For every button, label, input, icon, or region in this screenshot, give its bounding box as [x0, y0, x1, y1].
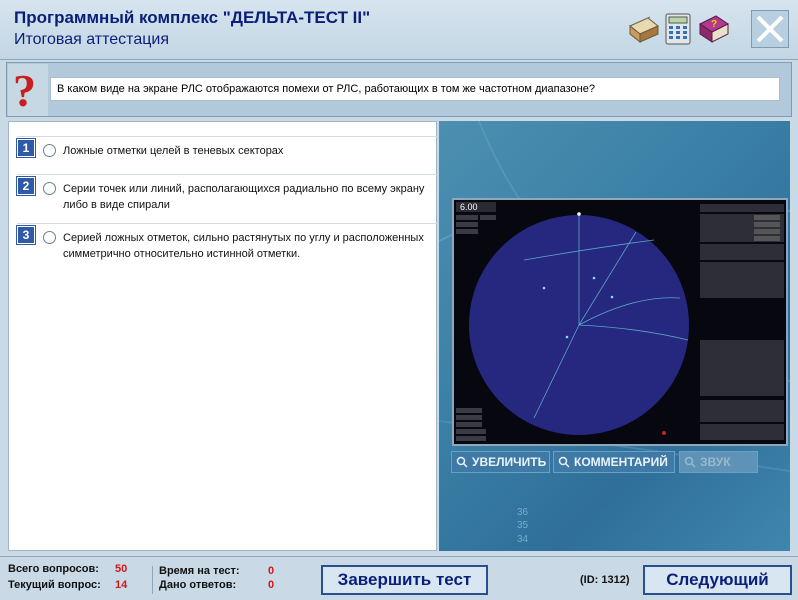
- close-button[interactable]: [751, 10, 789, 48]
- magnifier-icon: [684, 456, 696, 468]
- question-mark-icon: ?: [8, 64, 48, 116]
- radar-screen-image: 6.00: [452, 198, 788, 446]
- next-button[interactable]: Следующий: [643, 565, 792, 595]
- zoom-button[interactable]: УВЕЛИЧИТЬ: [451, 451, 550, 473]
- comment-label: КОММЕНТАРИЙ: [574, 455, 668, 469]
- svg-text:?: ?: [711, 19, 717, 30]
- answer-text: Серии точек или линий, располагающихся р…: [63, 183, 425, 211]
- question-id: (ID: 1312): [580, 574, 630, 586]
- close-icon: [756, 15, 784, 43]
- zoom-label: УВЕЛИЧИТЬ: [472, 455, 547, 469]
- answer-radio[interactable]: [43, 231, 56, 244]
- bg-number: 34: [517, 534, 529, 545]
- magnifier-icon: [456, 456, 468, 468]
- sound-button: ЗВУК: [679, 451, 758, 473]
- bg-number: 36: [517, 507, 529, 518]
- sound-label: ЗВУК: [700, 455, 731, 469]
- notebook-icon[interactable]: [626, 12, 660, 46]
- answer-radio[interactable]: [43, 144, 56, 157]
- answer-radio[interactable]: [43, 182, 56, 195]
- total-questions-label: Всего вопросов:: [8, 563, 99, 575]
- finish-test-button[interactable]: Завершить тест: [321, 565, 488, 595]
- current-question-value: 14: [115, 579, 128, 591]
- answer-option-2[interactable]: 2 Серии точек или линий, располагающихся…: [16, 174, 437, 222]
- answer-number: 3: [16, 225, 36, 245]
- answers-panel: 1 Ложные отметки целей в теневых сектора…: [8, 121, 437, 551]
- app-subtitle: Итоговая аттестация: [14, 31, 169, 48]
- answer-number: 2: [16, 176, 36, 196]
- app-title: Программный комплекс "ДЕЛЬТА-ТЕСТ II": [14, 8, 371, 27]
- calculator-icon[interactable]: [661, 12, 695, 46]
- comment-button[interactable]: КОММЕНТАРИЙ: [553, 451, 675, 473]
- divider: [152, 566, 153, 594]
- question-text: В каком виде на экране РЛС отображаются …: [50, 77, 780, 101]
- current-question-label: Текущий вопрос:: [8, 579, 101, 591]
- magnifier-icon: [558, 456, 570, 468]
- title-bar: Программный комплекс "ДЕЛЬТА-ТЕСТ II" Ит…: [0, 0, 798, 60]
- answer-text: Серией ложных отметок, сильно растянутых…: [63, 232, 424, 260]
- svg-text:?: ?: [13, 65, 36, 116]
- time-label: Время на тест:: [159, 565, 240, 577]
- bg-number: 35: [517, 520, 529, 531]
- answer-number: 1: [16, 138, 36, 158]
- answered-value: 0: [268, 579, 275, 591]
- total-questions-value: 50: [115, 563, 128, 575]
- answer-text: Ложные отметки целей в теневых секторах: [63, 145, 284, 157]
- answer-option-3[interactable]: 3 Серией ложных отметок, сильно растянут…: [16, 223, 437, 271]
- help-book-icon[interactable]: ?: [696, 12, 730, 46]
- time-value: 0: [268, 565, 275, 577]
- radar-range: 6.00: [460, 202, 478, 212]
- answered-label: Дано ответов:: [159, 579, 237, 591]
